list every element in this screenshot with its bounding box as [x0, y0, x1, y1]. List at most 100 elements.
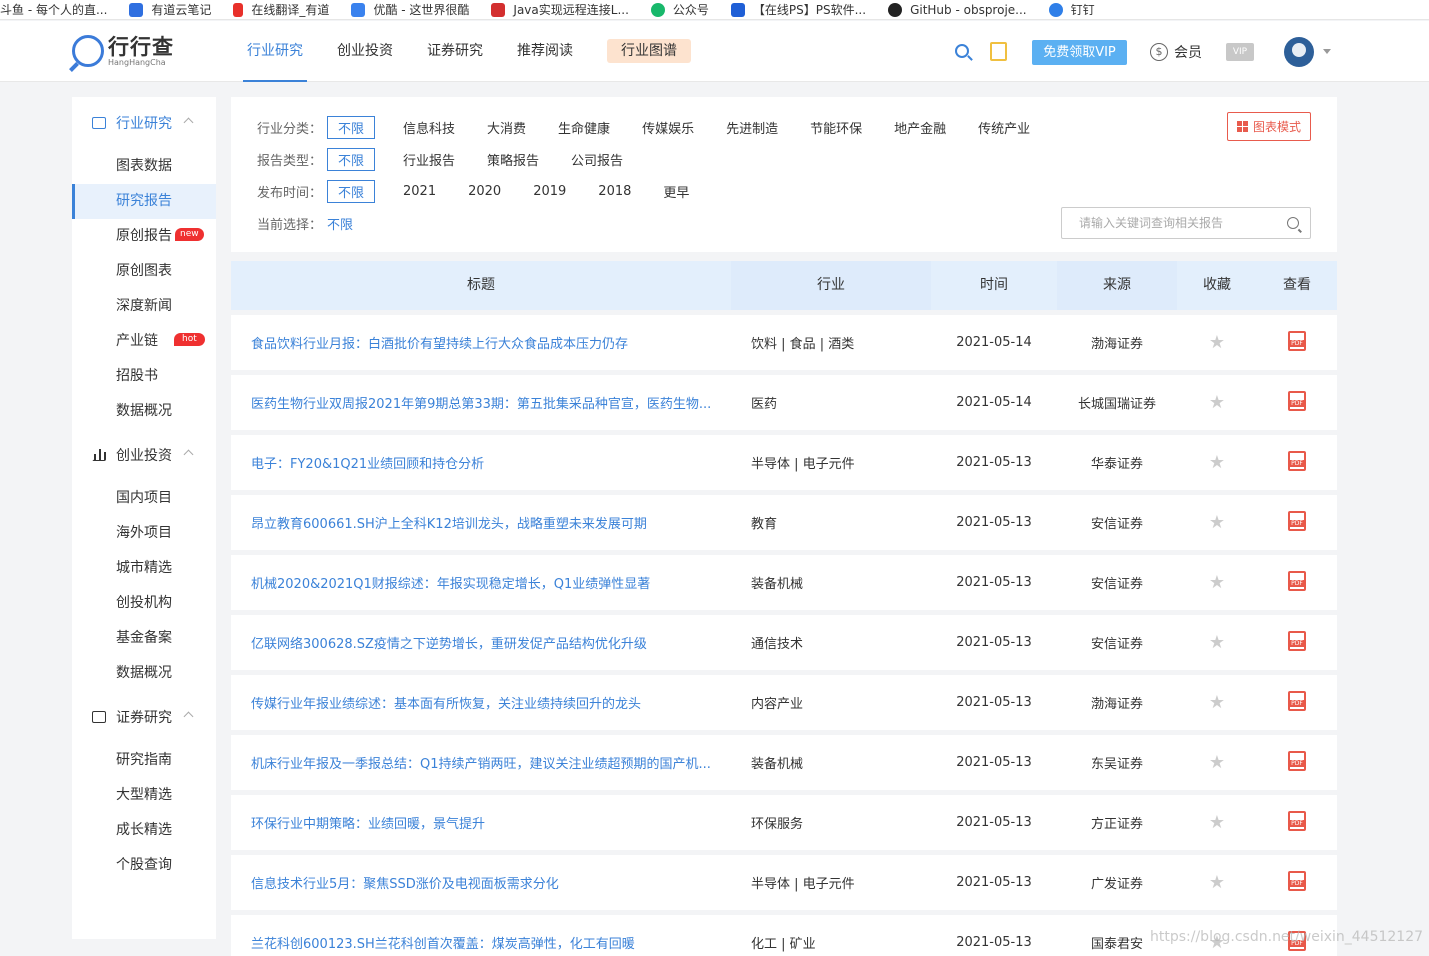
sidebar-item-in-depth-news[interactable]: 深度新闻 — [72, 289, 216, 324]
sidebar-item-stock-lookup[interactable]: 个股查询 — [72, 848, 216, 883]
sidebar-item-city-picks[interactable]: 城市精选 — [72, 551, 216, 586]
pdf-icon[interactable] — [1288, 510, 1306, 531]
star-icon[interactable]: ★ — [1209, 513, 1225, 532]
avatar[interactable] — [1284, 37, 1314, 67]
pdf-icon[interactable] — [1288, 810, 1306, 831]
sidebar-item-original-charts[interactable]: 原创图表 — [72, 254, 216, 289]
sidebar-item-prospectus[interactable]: 招股书 — [72, 359, 216, 394]
nav-industry-research[interactable]: 行业研究 — [230, 21, 320, 82]
sidebar-item-research-reports[interactable]: 研究报告 — [72, 184, 216, 219]
star-icon[interactable]: ★ — [1209, 333, 1225, 352]
sidebar-item-chart-data[interactable]: 图表数据 — [72, 149, 216, 184]
industry-cell: 化工 | 矿业 — [751, 937, 816, 952]
filter-option[interactable]: 2021 — [403, 184, 436, 199]
search-icon[interactable] — [955, 44, 969, 58]
star-icon[interactable]: ★ — [1209, 873, 1225, 892]
star-icon[interactable]: ★ — [1209, 693, 1225, 712]
filter-option[interactable]: 2018 — [598, 184, 631, 199]
filter-option-selected[interactable]: 不限 — [327, 179, 376, 203]
pdf-icon[interactable] — [1288, 690, 1306, 711]
bookmark[interactable]: 优酷 - 这世界很酷 — [351, 1, 469, 18]
pdf-icon[interactable] — [1288, 750, 1306, 771]
filter-option-selected[interactable]: 不限 — [327, 147, 376, 171]
chevron-down-icon[interactable] — [1323, 49, 1331, 54]
star-icon[interactable]: ★ — [1209, 753, 1225, 772]
filter-option[interactable]: 策略报告 — [487, 150, 539, 169]
bookmark[interactable]: 在线翻译_有道 — [233, 1, 329, 18]
filter-option[interactable]: 地产金融 — [894, 118, 946, 137]
member-link[interactable]: $ 会员 — [1150, 42, 1202, 62]
filter-option[interactable]: 节能环保 — [810, 118, 862, 137]
nav-recommended-reading[interactable]: 推荐阅读 — [500, 21, 590, 82]
report-title-link[interactable]: 医药生物行业双周报2021年第9期总第33期：第五批集采品种官宣，医药生物... — [251, 393, 721, 412]
sidebar-item-original-reports[interactable]: 原创报告 new — [72, 219, 216, 254]
sidebar-group-venture-investment[interactable]: 创业投资 — [72, 429, 216, 481]
pdf-icon[interactable] — [1288, 570, 1306, 591]
sidebar-item-large-cap-picks[interactable]: 大型精选 — [72, 778, 216, 813]
notepad-icon[interactable] — [990, 42, 1007, 61]
report-title-link[interactable]: 食品饮料行业月报：白酒批价有望持续上行大众食品成本压力仍存 — [251, 333, 721, 352]
filter-option[interactable]: 生命健康 — [558, 118, 610, 137]
pdf-icon[interactable] — [1288, 330, 1306, 351]
star-icon[interactable]: ★ — [1209, 393, 1225, 412]
sidebar-item-overseas-projects[interactable]: 海外项目 — [72, 516, 216, 551]
sidebar-item-growth-picks[interactable]: 成长精选 — [72, 813, 216, 848]
bookmark[interactable]: 有道云笔记 — [129, 1, 211, 18]
report-title-link[interactable]: 机床行业年报及一季报总结：Q1持续产销两旺，建议关注业绩超预期的国产机... — [251, 753, 721, 772]
report-title-link[interactable]: 机械2020&2021Q1财报综述：年报实现稳定增长，Q1业绩弹性显著 — [251, 573, 721, 592]
bookmark[interactable]: 斗鱼 - 每个人的直... — [0, 1, 107, 18]
report-title-link[interactable]: 传媒行业年报业绩综述：基本面有所恢复，关注业绩持续回升的龙头 — [251, 693, 721, 712]
filter-option[interactable]: 2020 — [468, 184, 501, 199]
vip-badge[interactable]: VIP — [1226, 43, 1254, 61]
report-title-link[interactable]: 昂立教育600661.SH沪上全科K12培训龙头，战略重塑未来发展可期 — [251, 513, 721, 532]
bookmark[interactable]: Java实现远程连接L... — [491, 1, 629, 18]
sidebar-item-fund-filings[interactable]: 基金备案 — [72, 621, 216, 656]
pdf-icon[interactable] — [1288, 870, 1306, 891]
filter-option[interactable]: 信息科技 — [403, 118, 455, 137]
report-title-link[interactable]: 电子：FY20&1Q21业绩回顾和持仓分析 — [251, 453, 721, 472]
nav-venture-investment[interactable]: 创业投资 — [320, 21, 410, 82]
pdf-icon[interactable] — [1288, 390, 1306, 411]
chart-mode-button[interactable]: 图表模式 — [1227, 112, 1311, 141]
nav-industry-map[interactable]: 行业图谱 — [590, 21, 708, 82]
sidebar-group-industry-research[interactable]: 行业研究 — [72, 97, 216, 149]
free-vip-button[interactable]: 免费领取VIP — [1032, 40, 1127, 65]
star-icon[interactable]: ★ — [1209, 453, 1225, 472]
bookmark-label: 公众号 — [672, 3, 709, 17]
bookmark[interactable]: 公众号 — [650, 1, 709, 18]
bookmark[interactable]: 钉钉 — [1048, 1, 1095, 18]
filter-option-selected[interactable]: 不限 — [327, 115, 376, 139]
filter-option[interactable]: 先进制造 — [726, 118, 778, 137]
sidebar-item-research-guide[interactable]: 研究指南 — [72, 743, 216, 778]
bookmark[interactable]: 【在线PS】PS软件... — [730, 1, 866, 18]
bookmark[interactable]: GitHub - obsproje... — [888, 2, 1027, 17]
nav-securities-research[interactable]: 证券研究 — [410, 21, 500, 82]
keyword-search-input[interactable] — [1062, 208, 1272, 238]
sidebar-item-data-overview[interactable]: 数据概况 — [72, 394, 216, 429]
sidebar-item-data-overview-2[interactable]: 数据概况 — [72, 656, 216, 691]
star-icon[interactable]: ★ — [1209, 813, 1225, 832]
filter-option[interactable]: 传统产业 — [978, 118, 1030, 137]
filter-option[interactable]: 大消费 — [487, 118, 526, 137]
pdf-icon[interactable] — [1288, 630, 1306, 651]
sidebar-item-vc-institutions[interactable]: 创投机构 — [72, 586, 216, 621]
report-title-link[interactable]: 亿联网络300628.SZ疫情之下逆势增长，重研发促产品结构优化升级 — [251, 633, 721, 652]
filter-option[interactable]: 传媒娱乐 — [642, 118, 694, 137]
star-icon[interactable]: ★ — [1209, 633, 1225, 652]
report-title-link[interactable]: 兰花科创600123.SH兰花科创首次覆盖：煤炭高弹性，化工有回暖 — [251, 933, 721, 952]
report-title-link[interactable]: 信息技术行业5月：聚焦SSD涨价及电视面板需求分化 — [251, 873, 721, 892]
filter-option[interactable]: 更早 — [663, 182, 689, 201]
report-title-link[interactable]: 环保行业中期策略：业绩回暖，景气提升 — [251, 813, 721, 832]
sidebar-group-securities-research[interactable]: 证券研究 — [72, 691, 216, 743]
filter-option[interactable]: 公司报告 — [571, 150, 623, 169]
pdf-icon[interactable] — [1288, 450, 1306, 471]
filter-option[interactable]: 行业报告 — [403, 150, 455, 169]
sidebar-item-industry-chain[interactable]: 产业链 hot — [72, 324, 216, 359]
star-icon[interactable]: ★ — [1209, 573, 1225, 592]
site-logo[interactable]: 行行查 HangHangCha — [72, 35, 174, 67]
column-header-title: 标题 — [231, 261, 731, 310]
sidebar-item-domestic-projects[interactable]: 国内项目 — [72, 481, 216, 516]
search-icon[interactable] — [1287, 217, 1299, 229]
filter-option[interactable]: 2019 — [533, 184, 566, 199]
youku-icon — [351, 2, 366, 17]
